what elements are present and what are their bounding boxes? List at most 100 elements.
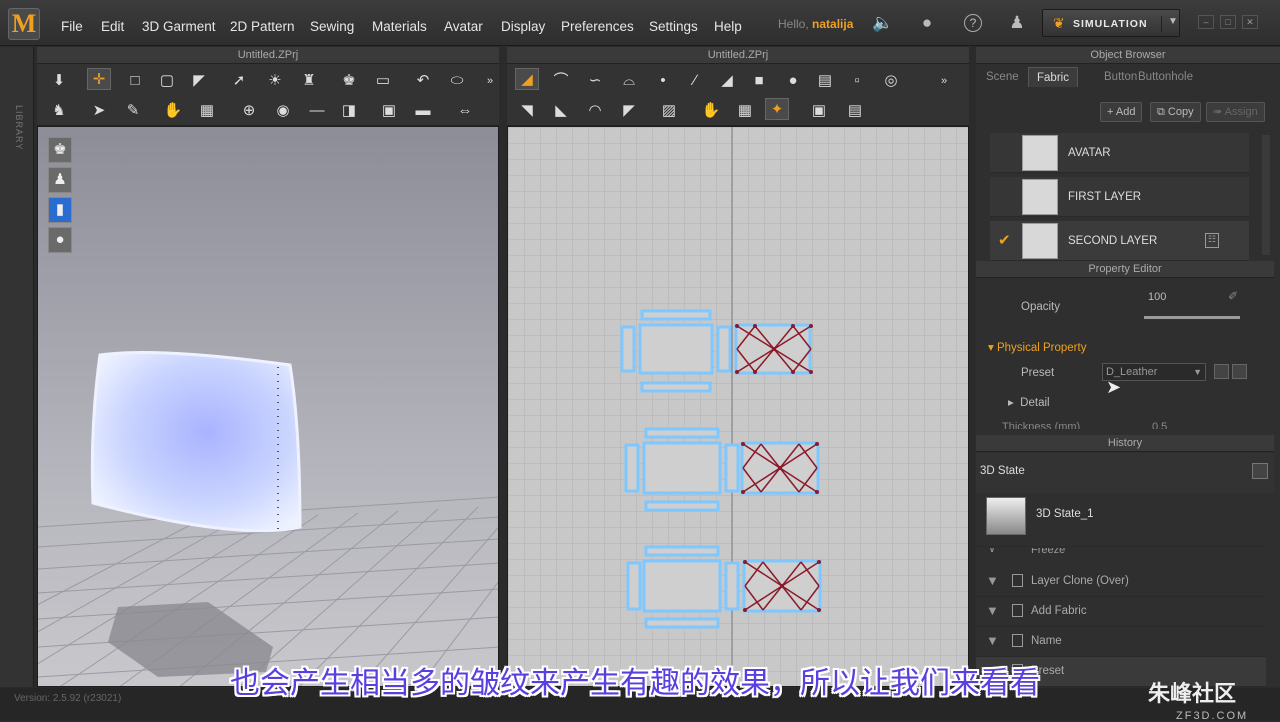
user-icon[interactable]: ● bbox=[914, 12, 940, 34]
add-button-icon[interactable]: ⊕ bbox=[237, 100, 261, 122]
menu-sewing[interactable]: Sewing bbox=[310, 19, 354, 34]
tab-scene[interactable]: Scene bbox=[978, 67, 1027, 87]
menu-help[interactable]: Help bbox=[714, 19, 742, 34]
edit-curve-icon[interactable]: ∽ bbox=[583, 70, 607, 92]
state-item-label: 3D State_1 bbox=[1036, 508, 1094, 520]
save-icon[interactable] bbox=[1232, 364, 1247, 379]
menu-3d-garment[interactable]: 3D Garment bbox=[142, 19, 216, 34]
viewport-2d[interactable] bbox=[507, 126, 969, 687]
maximize-icon[interactable]: □ bbox=[1220, 15, 1236, 29]
texture-edit-icon[interactable]: ▨ bbox=[657, 100, 681, 122]
menu-avatar[interactable]: Avatar bbox=[444, 19, 483, 34]
opacity-value[interactable]: 100 bbox=[1148, 291, 1166, 303]
tuck-icon[interactable]: ☀ bbox=[263, 70, 287, 92]
add-point-icon[interactable]: ⌓ bbox=[617, 70, 641, 92]
history-row-layer-clone[interactable]: ▼ Layer Clone (Over) bbox=[976, 567, 1266, 597]
avatar-manager-icon[interactable]: ♟ bbox=[1004, 12, 1030, 34]
garment-icon[interactable]: ♜ bbox=[297, 70, 321, 92]
brush-icon[interactable]: ✎ bbox=[121, 100, 145, 122]
select-box-icon[interactable]: ▣ bbox=[807, 100, 831, 122]
assign-fabric-button[interactable]: ➠ Assign bbox=[1206, 102, 1265, 122]
menu-2d-pattern[interactable]: 2D Pattern bbox=[230, 19, 295, 34]
chevron-down-icon[interactable]: ▼ bbox=[1161, 16, 1178, 32]
curve-point-icon[interactable]: • bbox=[651, 70, 675, 92]
pin-line-icon[interactable]: ➚ bbox=[227, 70, 251, 92]
edit-point-icon[interactable]: ⌒ bbox=[549, 70, 573, 92]
help-icon[interactable]: ? bbox=[964, 14, 982, 32]
sewing-selected-icon[interactable]: ✦ bbox=[765, 98, 789, 120]
select-mesh-icon[interactable]: □ bbox=[123, 70, 147, 92]
fabric-item-second-layer[interactable]: ✔ SECOND LAYER ☷ bbox=[990, 221, 1249, 261]
scrollbar[interactable] bbox=[1262, 135, 1270, 255]
menu-edit[interactable]: Edit bbox=[101, 19, 124, 34]
simulation-button[interactable]: ❦ SIMULATION ▼ bbox=[1042, 9, 1180, 37]
mesh-2d-icon[interactable]: ▦ bbox=[733, 100, 757, 122]
history-snapshot-icon[interactable] bbox=[1252, 463, 1268, 479]
transform-pattern-icon[interactable]: ◢ bbox=[515, 68, 539, 90]
dart-icon[interactable]: ◥ bbox=[515, 100, 539, 122]
internal-polygon-icon[interactable]: ▤ bbox=[813, 70, 837, 92]
loop-icon[interactable]: ⬭ bbox=[445, 70, 469, 92]
pin-icon[interactable]: ➤ bbox=[87, 100, 111, 122]
physical-property-header[interactable]: ▾ Physical Property bbox=[988, 340, 1086, 354]
history-row-freeze[interactable]: ∨ Freeze bbox=[976, 548, 1266, 558]
copy-fabric-button[interactable]: ⧉ Copy bbox=[1150, 102, 1201, 122]
menu-preferences[interactable]: Preferences bbox=[561, 19, 634, 34]
add-fabric-button[interactable]: + Add bbox=[1100, 102, 1143, 122]
trash-icon[interactable]: ☷ bbox=[1205, 233, 1219, 248]
more-icon[interactable]: » bbox=[483, 70, 497, 92]
fabric-item-avatar[interactable]: AVATAR bbox=[990, 133, 1249, 173]
circle-icon[interactable]: ● bbox=[781, 70, 805, 92]
folder-icon[interactable] bbox=[1214, 364, 1229, 379]
history-row-add-fabric[interactable]: ▼ Add Fabric bbox=[976, 597, 1266, 627]
texture-icon[interactable]: ▬ bbox=[411, 100, 435, 122]
viewport-3d[interactable]: ♚ ♟ ▮ ● bbox=[37, 126, 499, 687]
shirt-icon[interactable]: ♚ bbox=[337, 70, 361, 92]
close-icon[interactable]: ✕ bbox=[1242, 15, 1258, 29]
history-state-item[interactable]: 3D State_1 bbox=[976, 493, 1266, 547]
pants-icon[interactable]: ▭ bbox=[371, 70, 395, 92]
menu-display[interactable]: Display bbox=[501, 19, 545, 34]
grab-icon[interactable]: ✋ bbox=[161, 100, 185, 122]
segment-icon[interactable]: ∕ bbox=[683, 70, 707, 92]
speaker-icon[interactable]: 🔈 bbox=[870, 12, 896, 34]
mesh-icon[interactable]: ▦ bbox=[195, 100, 219, 122]
show-avatar-icon[interactable]: ♟ bbox=[48, 167, 72, 193]
internal-circle-icon[interactable]: ◎ bbox=[879, 70, 903, 92]
line-icon[interactable]: — bbox=[305, 100, 329, 122]
opacity-slider[interactable] bbox=[1144, 316, 1240, 319]
rectangle-icon[interactable]: ■ bbox=[747, 70, 771, 92]
show-texture-icon[interactable]: ▮ bbox=[48, 197, 72, 223]
show-garment-icon[interactable]: ♚ bbox=[48, 137, 72, 163]
zip-icon[interactable]: ◨ bbox=[337, 100, 361, 122]
transform-icon[interactable]: ▢ bbox=[155, 70, 179, 92]
avatar-display-icon[interactable]: ● bbox=[48, 227, 72, 253]
detail-row[interactable]: ▸ Detail bbox=[1008, 395, 1050, 409]
tab-fabric[interactable]: Fabric bbox=[1028, 67, 1078, 87]
select-move-icon[interactable]: ✛ bbox=[87, 68, 111, 90]
menu-file[interactable]: File bbox=[61, 19, 83, 34]
menu-settings[interactable]: Settings bbox=[649, 19, 698, 34]
measure-icon[interactable]: ⇔ bbox=[453, 100, 477, 122]
pleat-icon[interactable]: ◣ bbox=[549, 100, 573, 122]
fabric-item-first-layer[interactable]: FIRST LAYER bbox=[990, 177, 1249, 217]
button-icon[interactable]: ◉ bbox=[271, 100, 295, 122]
polygon-icon[interactable]: ◢ bbox=[715, 70, 739, 92]
fold-icon[interactable]: ◤ bbox=[187, 70, 211, 92]
menu-materials[interactable]: Materials bbox=[372, 19, 427, 34]
history-row-name[interactable]: ▼ Name bbox=[976, 627, 1266, 657]
tab-buttonhole[interactable]: Buttonhole bbox=[1130, 67, 1201, 87]
library-strip[interactable]: LIBRARY bbox=[0, 47, 34, 687]
trace-icon[interactable]: ◠ bbox=[583, 100, 607, 122]
walk-icon[interactable]: ♞ bbox=[47, 100, 71, 122]
arc-icon[interactable]: ↶ bbox=[411, 70, 435, 92]
internal-rectangle-icon[interactable]: ▫ bbox=[845, 70, 869, 92]
more-icon-2d[interactable]: » bbox=[937, 70, 951, 92]
minimize-icon[interactable]: – bbox=[1198, 15, 1214, 29]
stitch-icon[interactable]: ▣ bbox=[377, 100, 401, 122]
eyedropper-icon[interactable]: ✐ bbox=[1228, 289, 1238, 303]
lasso-icon[interactable]: ▤ bbox=[843, 100, 867, 122]
segment-sew-icon[interactable]: ◤ bbox=[617, 100, 641, 122]
grab-2d-icon[interactable]: ✋ bbox=[699, 100, 723, 122]
move-down-icon[interactable]: ⬇ bbox=[47, 70, 71, 92]
